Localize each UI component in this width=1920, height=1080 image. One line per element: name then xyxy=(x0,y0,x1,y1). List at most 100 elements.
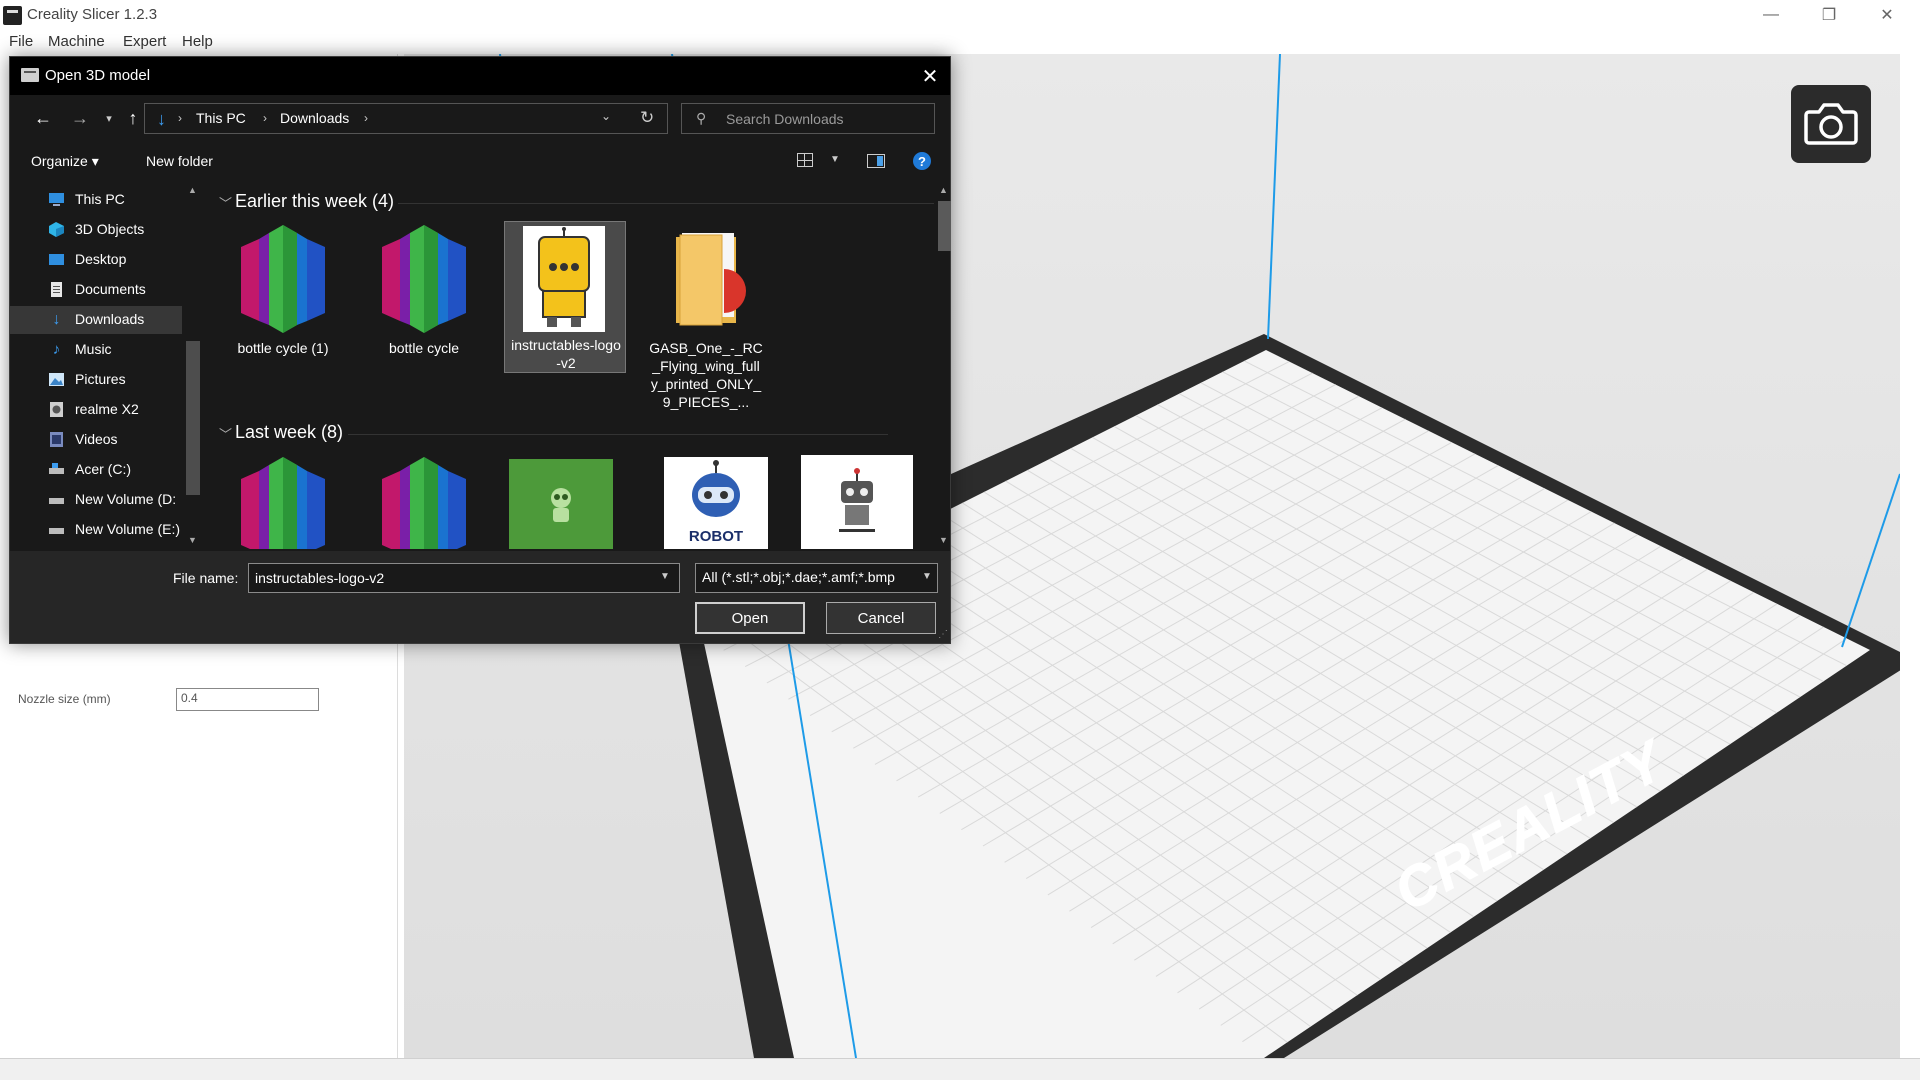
file-item-green-robot[interactable] xyxy=(509,459,615,549)
menu-machine[interactable]: Machine xyxy=(48,33,105,50)
file-list: ﹀ Earlier this week (4) bottle cycle (1)… xyxy=(208,183,934,549)
refresh-icon[interactable]: ↻ xyxy=(640,108,654,128)
breadcrumb-separator-icon: › xyxy=(178,111,182,125)
downloads-location-icon: ↓ xyxy=(157,109,166,129)
menu-file[interactable]: File xyxy=(9,33,33,50)
cancel-button[interactable]: Cancel xyxy=(826,602,936,634)
nav-item-music[interactable]: ♪ Music xyxy=(10,336,182,364)
scrollbar-thumb[interactable] xyxy=(938,201,951,251)
music-icon: ♪ xyxy=(52,341,61,358)
dialog-toolbar: Organize ▾ New folder ▼ ? xyxy=(10,141,950,179)
nav-item-label: Music xyxy=(75,341,112,357)
scroll-up-icon[interactable]: ▲ xyxy=(939,185,948,195)
bottle-thumbnail xyxy=(372,457,476,549)
address-dropdown-icon[interactable]: ⌄ xyxy=(601,109,611,123)
file-item-gasb-one[interactable]: GASB_One_-_RC_Flying_wing_fully_printed_… xyxy=(645,223,767,413)
drive-icon xyxy=(48,522,65,537)
menu-bar: File Machine Expert Help xyxy=(0,30,1920,54)
app-logo-icon xyxy=(3,6,22,25)
group-header-last-week[interactable]: ﹀ Last week (8) xyxy=(208,420,918,446)
nav-item-label: Acer (C:) xyxy=(75,461,131,477)
group-divider xyxy=(398,203,934,204)
nav-item-videos[interactable]: Videos xyxy=(10,426,182,454)
file-item-bottle-cycle-1[interactable]: bottle cycle (1) xyxy=(222,223,344,383)
search-input[interactable] xyxy=(726,104,931,133)
nav-item-new-volume-e[interactable]: New Volume (E:) xyxy=(10,516,182,544)
breadcrumb-separator-icon: › xyxy=(364,111,368,125)
file-name: bottle cycle xyxy=(388,340,460,356)
file-item-bottle[interactable] xyxy=(363,455,485,549)
blue-robot-thumbnail: ROBOT xyxy=(664,457,768,549)
group-header-earlier-this-week[interactable]: ﹀ Earlier this week (4) xyxy=(208,189,934,215)
nozzle-size-input[interactable]: 0.4 xyxy=(176,688,319,711)
file-name: bottle cycle (1) xyxy=(237,340,329,356)
drive-icon xyxy=(48,492,65,507)
view-options-chevron-icon[interactable]: ▼ xyxy=(830,154,840,165)
nav-item-label: Desktop xyxy=(75,251,127,267)
bottle-thumbnail xyxy=(231,225,335,333)
group-title: Last week (8) xyxy=(235,422,344,442)
menu-help[interactable]: Help xyxy=(182,33,213,50)
file-type-select[interactable]: All (*.stl;*.obj;*.dae;*.amf;*.bmp xyxy=(695,563,938,593)
organize-button[interactable]: Organize ▾ xyxy=(31,153,99,170)
nav-item-3d-objects[interactable]: 3D Objects xyxy=(10,216,182,244)
green-robot-thumbnail xyxy=(509,459,613,549)
nav-item-pictures[interactable]: Pictures xyxy=(10,366,182,394)
file-item-grey-robot[interactable] xyxy=(801,455,913,549)
close-window-button[interactable]: ✕ xyxy=(1858,0,1916,30)
scroll-up-icon[interactable]: ▲ xyxy=(188,185,197,195)
chevron-down-icon: ﹀ xyxy=(219,196,233,211)
file-item-instructables-logo-v2[interactable]: instructables-logo-v2 xyxy=(504,221,626,373)
nav-item-label: Downloads xyxy=(75,311,145,327)
scroll-down-icon[interactable]: ▼ xyxy=(188,535,197,545)
recent-locations-chevron-icon[interactable]: ▾ xyxy=(98,107,120,129)
change-view-icon[interactable] xyxy=(797,153,813,167)
open-button[interactable]: Open xyxy=(695,602,805,634)
dialog-title: Open 3D model xyxy=(45,67,151,84)
nav-item-this-pc[interactable]: This PC xyxy=(10,186,182,214)
dialog-close-button[interactable]: ✕ xyxy=(910,57,950,95)
up-arrow-icon[interactable]: ↑ xyxy=(122,107,144,129)
scrollbar-thumb[interactable] xyxy=(186,341,200,495)
picture-icon xyxy=(48,372,65,387)
breadcrumb-downloads[interactable]: Downloads xyxy=(280,110,349,126)
scroll-down-icon[interactable]: ▼ xyxy=(939,535,948,545)
file-list-scrollbar[interactable]: ▲ ▼ xyxy=(936,183,952,549)
search-box[interactable]: ⚲ xyxy=(681,103,935,134)
file-item-bottle[interactable] xyxy=(222,455,344,549)
nav-item-new-volume-d[interactable]: New Volume (D: xyxy=(10,486,182,514)
file-name-dropdown-icon[interactable]: ▼ xyxy=(660,571,670,582)
desktop-icon xyxy=(48,252,65,267)
minimize-button[interactable]: — xyxy=(1742,0,1800,30)
nav-item-documents[interactable]: Documents xyxy=(10,276,182,304)
phone-icon xyxy=(48,402,65,417)
restore-button[interactable]: ❐ xyxy=(1800,0,1858,30)
nav-item-desktop[interactable]: Desktop xyxy=(10,246,182,274)
file-item-bottle-cycle[interactable]: bottle cycle xyxy=(363,223,485,383)
file-item-blue-robot[interactable]: ROBOT xyxy=(664,457,768,549)
file-type-dropdown-icon[interactable]: ▼ xyxy=(922,571,932,582)
file-name-input[interactable] xyxy=(248,563,680,593)
robot-thumbnail-text: ROBOT xyxy=(689,528,743,545)
nav-item-downloads[interactable]: ↓ Downloads xyxy=(10,306,182,334)
navigation-pane: This PC 3D Objects Desktop Documents ↓ D… xyxy=(10,183,202,549)
navigation-scrollbar[interactable]: ▲ ▼ xyxy=(184,183,202,549)
group-divider xyxy=(348,434,888,435)
preview-pane-icon[interactable] xyxy=(867,154,885,168)
new-folder-button[interactable]: New folder xyxy=(146,153,213,169)
camera-button[interactable] xyxy=(1791,85,1871,163)
resize-grip-icon[interactable]: ⋰ xyxy=(938,629,948,640)
nav-item-acer-c[interactable]: Acer (C:) xyxy=(10,456,182,484)
back-arrow-icon[interactable]: ← xyxy=(32,107,54,129)
dialog-navbar: ← → ▾ ↑ ↓ › This PC › Downloads › ⌄ ↻ ⚲ xyxy=(10,95,950,141)
breadcrumb-this-pc[interactable]: This PC xyxy=(196,110,246,126)
forward-arrow-icon[interactable]: → xyxy=(69,107,91,129)
help-icon[interactable]: ? xyxy=(913,152,931,170)
address-bar[interactable]: ↓ › This PC › Downloads › ⌄ ↻ xyxy=(144,103,668,134)
menu-expert[interactable]: Expert xyxy=(123,33,166,50)
app-title: Creality Slicer 1.2.3 xyxy=(27,6,158,23)
nav-item-realme-x2[interactable]: realme X2 xyxy=(10,396,182,424)
file-name-label: File name: xyxy=(173,570,239,586)
cube-icon xyxy=(48,222,65,237)
file-name: instructables-logo-v2 xyxy=(511,337,621,371)
